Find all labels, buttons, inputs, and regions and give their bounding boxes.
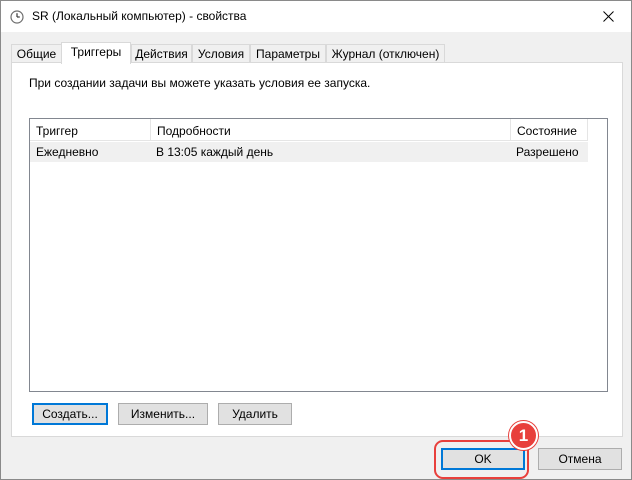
column-header-status[interactable]: Состояние <box>511 119 588 141</box>
tab-conditions[interactable]: Условия <box>192 44 250 63</box>
tab-strip: Общие Триггеры Действия Условия Параметр… <box>11 42 623 64</box>
title-bar[interactable]: SR (Локальный компьютер) - свойства <box>1 1 631 32</box>
list-header: Триггер Подробности Состояние <box>30 119 588 141</box>
table-row[interactable]: Ежедневно В 13:05 каждый день Разрешено <box>30 142 588 162</box>
tab-label: Параметры <box>256 47 320 61</box>
triggers-panel: При создании задачи вы можете указать ус… <box>11 62 623 437</box>
delete-button[interactable]: Удалить <box>218 403 292 425</box>
edit-button[interactable]: Изменить... <box>118 403 208 425</box>
details-cell: В 13:05 каждый день <box>156 145 274 159</box>
close-button[interactable] <box>585 1 631 32</box>
tab-label: Действия <box>135 47 188 61</box>
tab-label: Общие <box>16 47 57 61</box>
intro-text: При создании задачи вы можете указать ус… <box>29 76 371 90</box>
triggers-list[interactable]: Триггер Подробности Состояние Ежедневно … <box>29 118 608 392</box>
tab-label: Условия <box>197 47 245 61</box>
tab-general[interactable]: Общие <box>11 44 62 63</box>
task-scheduler-clock-icon <box>10 10 24 24</box>
cancel-button[interactable]: Отмена <box>538 448 622 470</box>
column-header-details[interactable]: Подробности <box>151 119 511 141</box>
annotation-step-marker: 1 <box>509 421 538 450</box>
properties-dialog: SR (Локальный компьютер) - свойства Общи… <box>0 0 632 480</box>
tab-actions[interactable]: Действия <box>131 44 192 63</box>
tab-label: Триггеры <box>70 45 122 59</box>
tab-triggers[interactable]: Триггеры <box>61 42 131 64</box>
tab-label: Журнал (отключен) <box>331 47 440 61</box>
tab-history[interactable]: Журнал (отключен) <box>326 44 445 63</box>
window-title: SR (Локальный компьютер) - свойства <box>32 9 247 23</box>
trigger-cell: Ежедневно <box>36 145 99 159</box>
tab-settings[interactable]: Параметры <box>250 44 326 63</box>
status-cell: Разрешено <box>516 145 579 159</box>
column-header-trigger[interactable]: Триггер <box>30 119 151 141</box>
create-button[interactable]: Создать... <box>32 403 108 425</box>
close-icon <box>602 11 614 22</box>
